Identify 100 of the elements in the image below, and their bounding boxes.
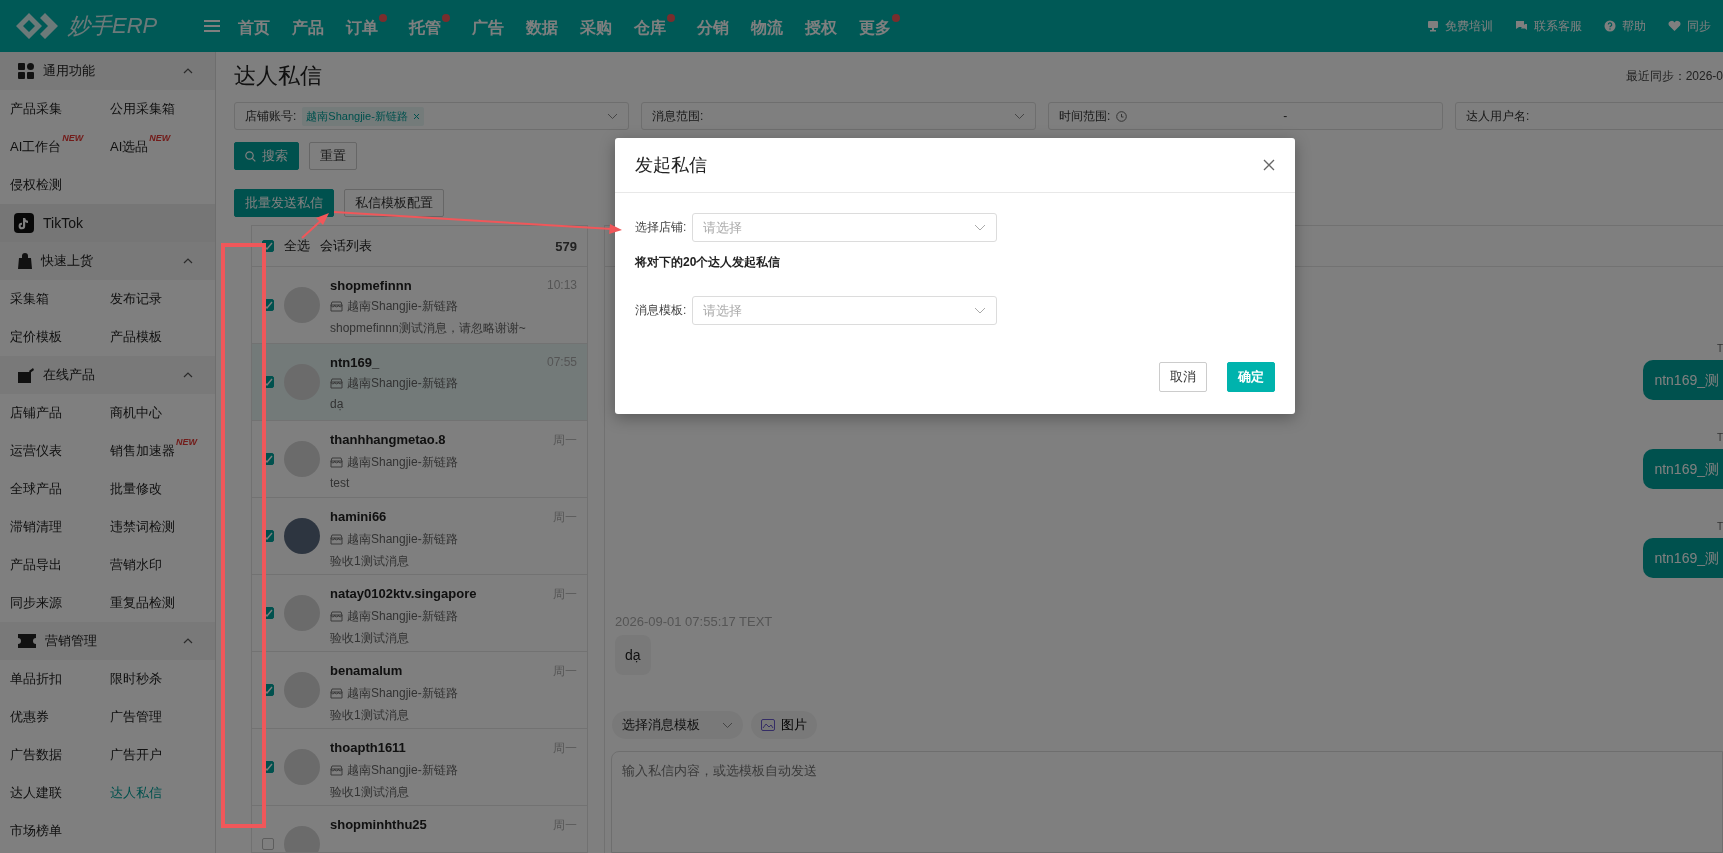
tiktok-icon <box>14 213 34 233</box>
shop-icon <box>330 301 343 312</box>
select-field[interactable]: 请选择 <box>692 296 998 325</box>
username: hamini66 <box>330 509 387 526</box>
shop-name: 越南Shangjie-新链路 <box>347 531 458 548</box>
field-label: 消息模板: <box>635 302 687 319</box>
action-button[interactable]: 批量发送私信 <box>234 189 334 217</box>
chevron-down-icon <box>722 721 733 729</box>
ticket-icon <box>18 634 36 648</box>
username: thoapth1611 <box>330 740 406 757</box>
message-preview: test <box>330 476 351 490</box>
username: shopminhthu25 <box>330 817 427 834</box>
filter-field[interactable]: 消息范围: <box>641 102 1036 130</box>
shop-icon <box>330 457 343 468</box>
image-button[interactable]: 图片 <box>751 711 817 739</box>
chevron-down-icon <box>974 307 987 314</box>
field-label: 选择店铺: <box>635 219 687 236</box>
sidebar-item[interactable]: 营销水印 <box>110 546 220 584</box>
sidebar-group-header[interactable]: 快速上货 <box>0 242 215 280</box>
shop-name: 越南Shangjie-新链路 <box>347 454 458 471</box>
shop-name: 越南Shangjie-新链路 <box>347 298 458 315</box>
monitor-icon <box>1427 20 1439 32</box>
sidebar-item[interactable]: 市场榜单 <box>10 812 110 850</box>
reset-button[interactable]: 重置 <box>309 142 357 170</box>
sidebar-item[interactable]: 全球产品 <box>10 470 110 508</box>
sidebar-item[interactable]: 广告数据 <box>10 736 110 774</box>
message-bubble: ntn169_测 <box>1643 449 1723 489</box>
checkbox[interactable] <box>262 838 274 850</box>
message-preview: shopmefinnn测试消息，请忽略谢谢~ <box>330 320 527 337</box>
shop-icon <box>330 378 343 389</box>
sidebar-item[interactable]: 销售加速器 $^{NEW}$ <box>110 432 220 470</box>
select-field[interactable]: 请选择 <box>692 213 998 242</box>
sidebar-item[interactable]: 发布记录 <box>110 280 220 318</box>
message-bubble: dạ <box>615 635 651 675</box>
clapperboard-icon <box>18 367 34 383</box>
sidebar-item[interactable]: 违禁词检测 <box>110 508 220 546</box>
username: benamalum <box>330 663 403 680</box>
message-meta: T <box>1716 521 1723 532</box>
username: thanhhangmetao.8 <box>330 432 446 449</box>
sidebar-item[interactable]: 产品导出 <box>10 546 110 584</box>
conversation-count: 579 <box>555 238 577 254</box>
sidebar-group-header[interactable]: TikTok <box>0 204 215 242</box>
message-preview: 验收1测试消息 <box>330 784 410 801</box>
action-button[interactable]: 私信模板配置 <box>344 189 444 217</box>
sidebar-item[interactable]: 达人建联 <box>10 774 110 812</box>
sidebar-item[interactable]: AI选品 $^{NEW}$ <box>110 128 220 166</box>
shop-icon <box>330 611 343 622</box>
filter-field[interactable]: 时间范围: - <box>1048 102 1443 130</box>
search-button[interactable]: 搜索 <box>234 142 299 170</box>
cancel-button[interactable]: 取消 <box>1159 362 1207 392</box>
chevron-down-icon <box>1014 112 1025 120</box>
sidebar-item[interactable]: 滞销清理 <box>10 508 110 546</box>
sidebar-item[interactable]: 运营仪表 <box>10 432 110 470</box>
new-label: NEW <box>149 133 171 143</box>
sidebar-item[interactable]: 商机中心 <box>110 394 220 432</box>
sidebar-item[interactable]: 采集箱 <box>10 280 110 318</box>
new-label: NEW <box>62 133 84 143</box>
brand-name: 妙手ERP <box>68 12 158 40</box>
template-select[interactable]: 选择消息模板 <box>612 711 743 739</box>
sidebar-item[interactable]: 广告管理 <box>110 698 220 736</box>
sidebar-item[interactable]: 限时秒杀 <box>110 660 220 698</box>
sidebar-group-header[interactable]: 营销管理 <box>0 622 215 660</box>
grid-icon <box>18 63 34 79</box>
sidebar-group-header[interactable]: 通用功能 <box>0 52 215 90</box>
message-input[interactable]: 输入私信内容，或选模板自动发送 <box>611 751 1723 853</box>
sidebar-item[interactable]: 侵权检测 <box>10 166 110 204</box>
message-preview: 验收1测试消息 <box>330 707 410 724</box>
select-all-label[interactable]: 全选 <box>284 237 310 255</box>
chat-icon <box>1515 20 1528 32</box>
sidebar-item[interactable]: 产品模板 <box>110 318 220 356</box>
message-preview: 验收1测试消息 <box>330 553 410 570</box>
bag-icon <box>18 253 32 269</box>
sidebar-item[interactable]: 定价模板 <box>10 318 110 356</box>
sidebar-item[interactable]: 同步来源 <box>10 584 110 622</box>
filter-field[interactable]: 达人用户名: <box>1455 102 1723 130</box>
last-sync-text: 最近同步：2026-0 <box>1625 67 1723 85</box>
shop-icon <box>330 534 343 545</box>
sidebar-item[interactable]: AI工作台 $^{NEW}$ <box>10 128 110 166</box>
sidebar-item[interactable]: 达人私信 <box>110 774 220 812</box>
message-preview: dạ <box>330 397 345 411</box>
sidebar-group-header[interactable]: 在线产品 <box>0 356 215 394</box>
username: ntn169_ <box>330 355 380 370</box>
sidebar-item[interactable]: 广告开户 <box>110 736 220 774</box>
sidebar-item[interactable]: 产品采集 <box>10 90 110 128</box>
sidebar-item[interactable]: 优惠券 <box>10 698 110 736</box>
message-bubble: ntn169_测 <box>1643 360 1723 400</box>
close-icon[interactable] <box>1263 159 1275 171</box>
list-title: 会话列表 <box>320 237 372 255</box>
shop-icon <box>330 765 343 776</box>
clock-icon <box>1116 110 1128 122</box>
shop-icon <box>330 688 343 699</box>
sidebar-item[interactable]: 公用采集箱 <box>110 90 220 128</box>
sidebar-item[interactable]: 批量修改 <box>110 470 220 508</box>
sidebar-item[interactable]: 重复品检测 <box>110 584 220 622</box>
confirm-button[interactable]: 确定 <box>1227 362 1275 392</box>
menu-icon[interactable] <box>204 19 220 33</box>
sidebar-item[interactable]: 单品折扣 <box>10 660 110 698</box>
chevron-down-icon <box>607 112 618 120</box>
annotation-arrow <box>301 213 329 239</box>
sidebar-item[interactable]: 店铺产品 <box>10 394 110 432</box>
